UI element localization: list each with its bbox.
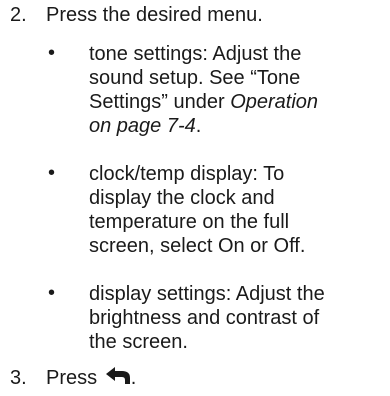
bullet-marker: • <box>48 282 56 304</box>
bullet-tone-settings: • tone settings: Adjust the sound setup.… <box>48 42 387 138</box>
manual-page: { "steps": [ { "number": "2.", "text": "… <box>0 0 390 396</box>
bullet-marker: • <box>48 162 56 184</box>
bullet-text-tail: . <box>195 115 202 137</box>
step-text-after: . <box>130 367 137 389</box>
step-text: Press the desired menu. <box>46 4 263 26</box>
step-text: Press . <box>46 366 136 390</box>
bullet-text: display settings: Adjust the brightness … <box>89 283 325 353</box>
step-number: 2. <box>10 4 27 26</box>
bullet-marker: • <box>48 42 56 64</box>
bullet-display-settings: • display settings: Adjust the brightnes… <box>48 282 387 354</box>
step-number: 3. <box>10 367 27 389</box>
step-text-before: Press <box>46 367 98 389</box>
bullet-text: clock/temp display: To display the clock… <box>89 163 306 257</box>
bullet-clock-temp-display: • clock/temp display: To display the clo… <box>48 162 387 258</box>
step-2: 2. Press the desired menu. <box>10 3 263 27</box>
bullet-text: tone settings: Adjust the sound setup. S… <box>89 42 387 138</box>
back-arrow-icon <box>105 367 130 384</box>
step-3: 3. Press . <box>10 366 136 390</box>
